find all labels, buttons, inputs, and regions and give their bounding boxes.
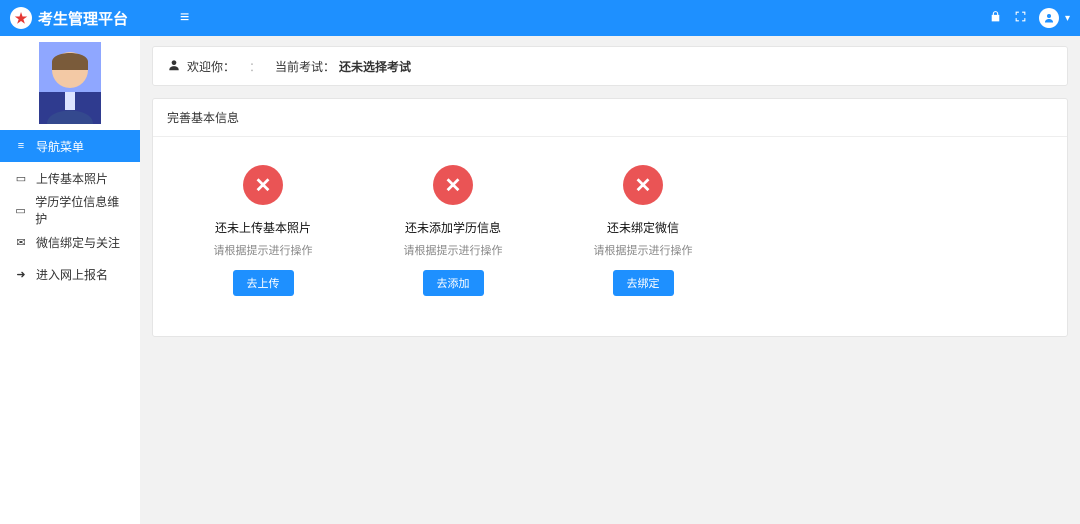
main: 欢迎你： ： 当前考试： 还未选择考试 完善基本信息 ✕ 还未上传基本照片 请根据… xyxy=(140,36,1080,524)
current-exam-value: 还未选择考试 xyxy=(339,60,411,74)
go-add-button[interactable]: 去添加 xyxy=(423,270,484,296)
task-cards: ✕ 还未上传基本照片 请根据提示进行操作 去上传 ✕ 还未添加学历信息 请根据提… xyxy=(153,137,1067,336)
task-hint: 请根据提示进行操作 xyxy=(183,242,343,258)
brand-title: 考生管理平台 xyxy=(38,8,128,29)
sidebar-menu: ≡ 导航菜单 ▭ 上传基本照片 ▭ 学历学位信息维护 ✉ 微信绑定与关注 ➜ 进… xyxy=(0,130,140,290)
sidebar-menu-header[interactable]: ≡ 导航菜单 xyxy=(0,130,140,162)
topbar: ★ 考生管理平台 ≡ ▾ xyxy=(0,0,1080,36)
info-panel: 完善基本信息 ✕ 还未上传基本照片 请根据提示进行操作 去上传 ✕ 还未添加学历… xyxy=(152,98,1068,337)
sidebar-item-label: 进入网上报名 xyxy=(36,266,108,283)
user-menu-avatar-icon[interactable] xyxy=(1039,8,1059,28)
sidebar-item-label: 学历学位信息维护 xyxy=(35,193,126,227)
hamburger-icon[interactable]: ≡ xyxy=(180,9,189,27)
task-title: 还未添加学历信息 xyxy=(373,219,533,236)
photo-icon: ▭ xyxy=(14,172,28,185)
task-title: 还未上传基本照片 xyxy=(183,219,343,236)
task-title: 还未绑定微信 xyxy=(563,219,723,236)
menu-header-icon: ≡ xyxy=(14,140,28,152)
task-hint: 请根据提示进行操作 xyxy=(373,242,533,258)
sidebar-item-wechat[interactable]: ✉ 微信绑定与关注 xyxy=(0,226,140,258)
current-exam-label: 当前考试： xyxy=(275,60,335,74)
topbar-right: ▾ xyxy=(989,8,1070,28)
wechat-icon: ✉ xyxy=(14,236,28,249)
edu-icon: ▭ xyxy=(14,204,27,217)
task-card-upload-photo: ✕ 还未上传基本照片 请根据提示进行操作 去上传 xyxy=(183,165,343,296)
lock-icon[interactable] xyxy=(989,10,1002,26)
brand-logo-icon: ★ xyxy=(10,7,32,29)
task-card-bind-wechat: ✕ 还未绑定微信 请根据提示进行操作 去绑定 xyxy=(563,165,723,296)
sidebar-item-upload-photo[interactable]: ▭ 上传基本照片 xyxy=(0,162,140,194)
sidebar-item-enroll[interactable]: ➜ 进入网上报名 xyxy=(0,258,140,290)
user-avatar-icon xyxy=(39,42,101,124)
sidebar-item-label: 微信绑定与关注 xyxy=(36,234,120,251)
go-bind-button[interactable]: 去绑定 xyxy=(613,270,674,296)
welcome-sep: ： xyxy=(249,58,261,75)
user-icon xyxy=(167,58,181,75)
x-icon: ✕ xyxy=(433,165,473,205)
sidebar: ≡ 导航菜单 ▭ 上传基本照片 ▭ 学历学位信息维护 ✉ 微信绑定与关注 ➜ 进… xyxy=(0,36,140,524)
sidebar-item-education[interactable]: ▭ 学历学位信息维护 xyxy=(0,194,140,226)
x-icon: ✕ xyxy=(623,165,663,205)
x-icon: ✕ xyxy=(243,165,283,205)
go-upload-button[interactable]: 去上传 xyxy=(233,270,294,296)
user-menu-caret-icon[interactable]: ▾ xyxy=(1065,13,1070,24)
current-exam: 当前考试： 还未选择考试 xyxy=(275,58,411,75)
task-hint: 请根据提示进行操作 xyxy=(563,242,723,258)
brand: ★ 考生管理平台 xyxy=(10,7,170,29)
sidebar-menu-header-label: 导航菜单 xyxy=(36,138,84,155)
welcome-greet: 欢迎你： xyxy=(187,58,235,75)
sidebar-avatar-block xyxy=(0,36,140,130)
welcome-bar: 欢迎你： ： 当前考试： 还未选择考试 xyxy=(152,46,1068,86)
arrow-right-icon: ➜ xyxy=(14,268,28,281)
sidebar-item-label: 上传基本照片 xyxy=(36,170,108,187)
fullscreen-icon[interactable] xyxy=(1014,10,1027,26)
panel-title: 完善基本信息 xyxy=(153,99,1067,137)
task-card-add-education: ✕ 还未添加学历信息 请根据提示进行操作 去添加 xyxy=(373,165,533,296)
